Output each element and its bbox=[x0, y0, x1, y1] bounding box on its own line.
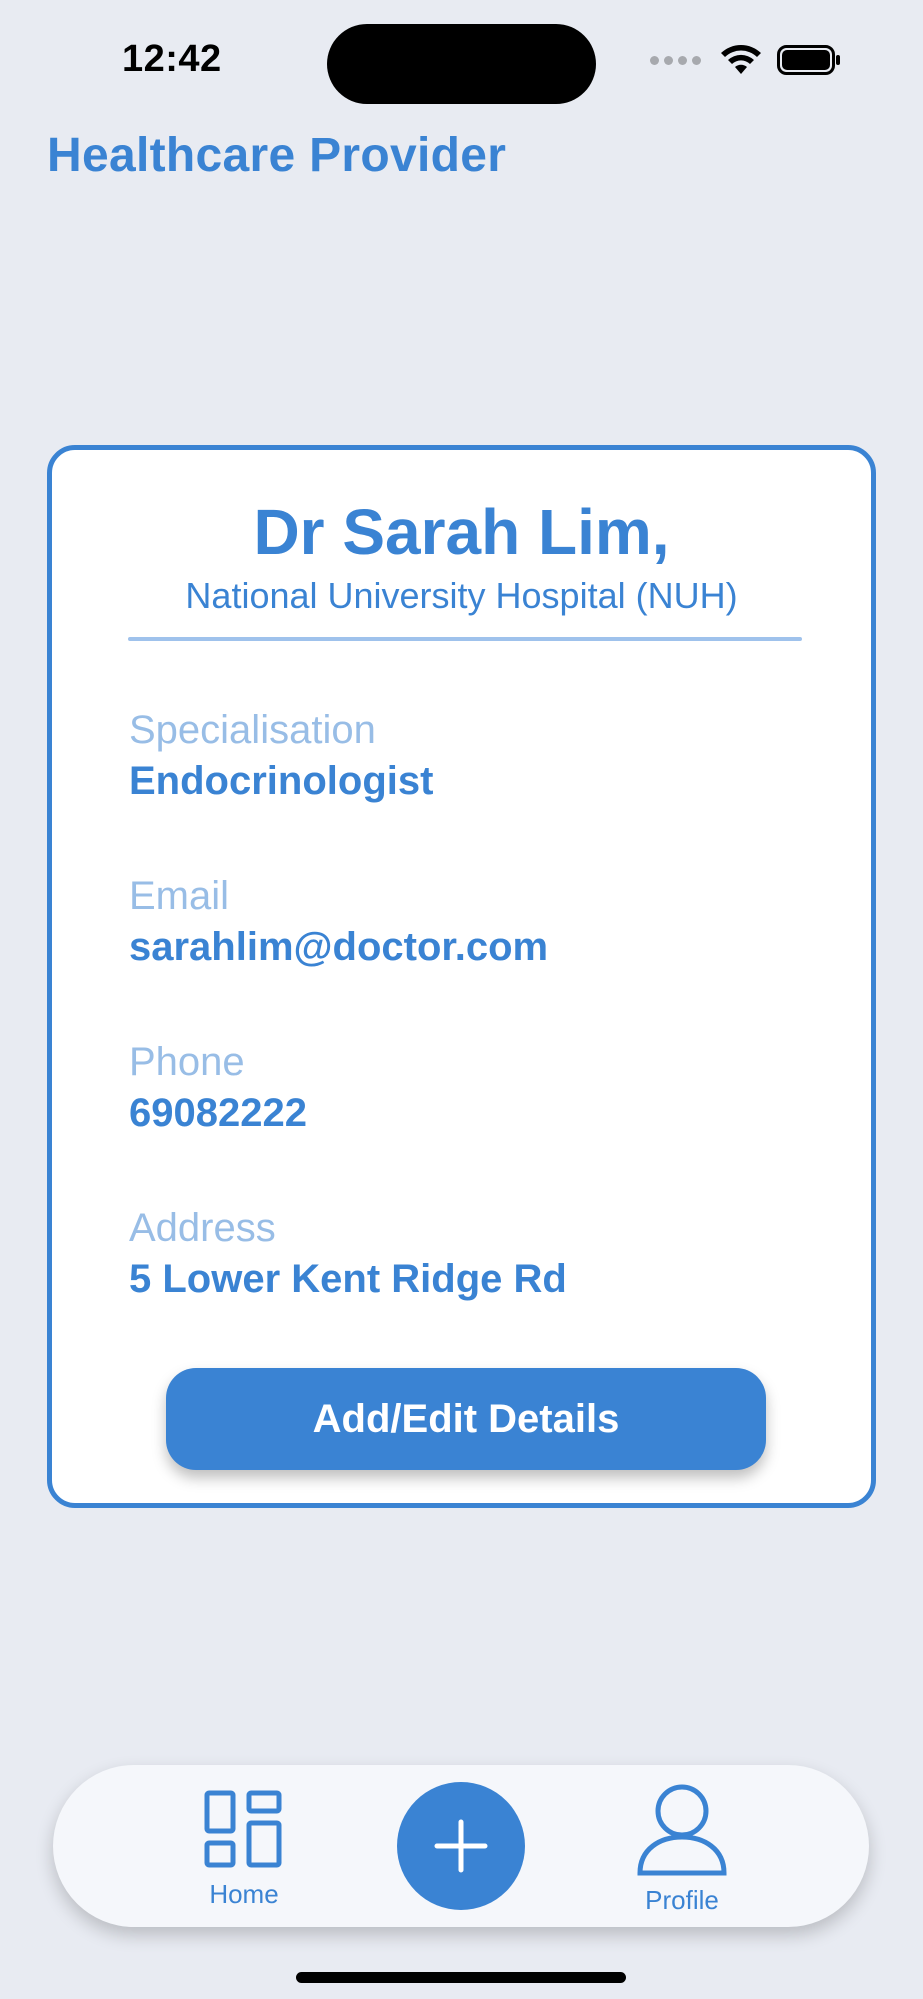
tab-home[interactable]: Home bbox=[193, 1789, 295, 1910]
dynamic-island bbox=[327, 24, 596, 104]
person-icon bbox=[637, 1784, 727, 1876]
status-time: 12:42 bbox=[122, 38, 222, 80]
provider-card: Dr Sarah Lim, National University Hospit… bbox=[47, 445, 876, 1508]
divider bbox=[128, 637, 802, 641]
doctor-name: Dr Sarah Lim, bbox=[253, 496, 670, 568]
field-label: Specialisation bbox=[129, 708, 376, 752]
field-value: 5 Lower Kent Ridge Rd bbox=[129, 1257, 567, 1301]
add-edit-details-button[interactable]: Add/Edit Details bbox=[166, 1368, 766, 1470]
battery-icon bbox=[777, 45, 840, 75]
cellular-signal-icon bbox=[650, 55, 701, 65]
field-label: Phone bbox=[129, 1040, 245, 1084]
field-value: sarahlim@doctor.com bbox=[129, 925, 549, 969]
address-field: Address 5 Lower Kent Ridge Rd bbox=[129, 1206, 567, 1302]
field-label: Address bbox=[129, 1206, 276, 1250]
home-indicator[interactable] bbox=[296, 1972, 626, 1983]
field-value: Endocrinologist bbox=[129, 759, 434, 803]
add-button[interactable] bbox=[397, 1782, 525, 1910]
page-title: Healthcare Provider bbox=[47, 129, 507, 182]
plus-icon bbox=[434, 1819, 488, 1873]
tab-home-label: Home bbox=[209, 1879, 279, 1909]
tab-profile-label: Profile bbox=[645, 1885, 719, 1915]
field-label: Email bbox=[129, 874, 230, 918]
wifi-icon bbox=[721, 45, 761, 74]
tab-profile[interactable]: Profile bbox=[631, 1783, 733, 1916]
field-value: 69082222 bbox=[129, 1091, 307, 1135]
specialisation-field: Specialisation Endocrinologist bbox=[129, 708, 433, 804]
hospital-name: National University Hospital (NUH) bbox=[185, 575, 738, 616]
grid-icon bbox=[204, 1790, 282, 1868]
status-icons bbox=[650, 44, 841, 76]
phone-field: Phone 69082222 bbox=[129, 1040, 307, 1136]
tab-bar: Home Profile bbox=[53, 1765, 869, 1927]
email-field: Email sarahlim@doctor.com bbox=[129, 874, 548, 970]
